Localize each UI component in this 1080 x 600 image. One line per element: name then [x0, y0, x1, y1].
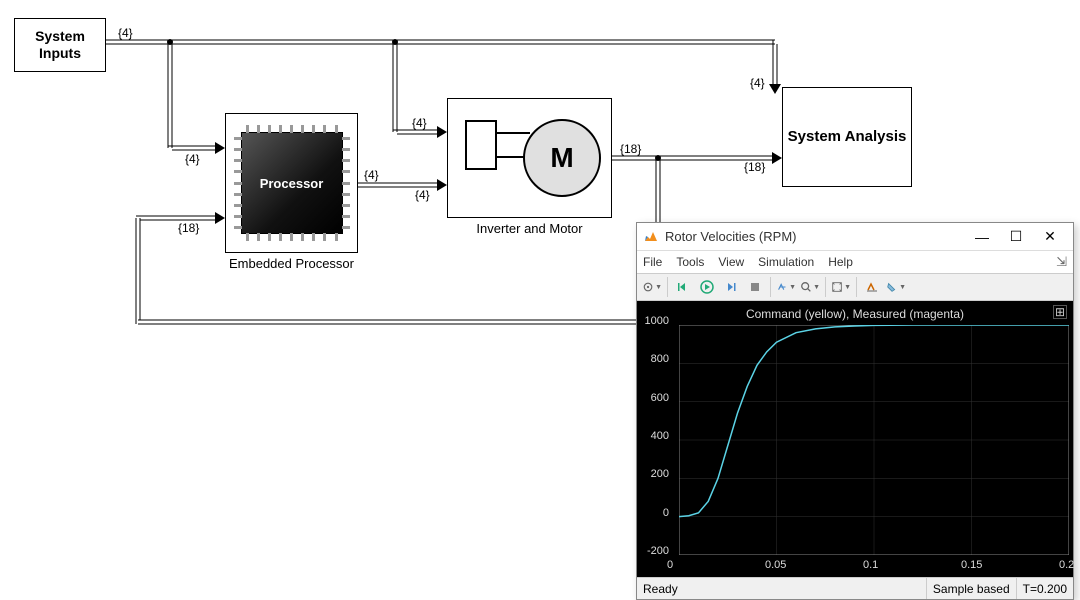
minimize-button[interactable]: —	[965, 225, 999, 249]
embedded-processor-caption: Embedded Processor	[225, 256, 358, 271]
maximize-button[interactable]: ☐	[999, 225, 1033, 249]
maximize-axes-icon[interactable]: ⊞	[1053, 305, 1067, 319]
scope-statusbar: Ready Sample based T=0.200	[637, 577, 1073, 599]
menu-file[interactable]: File	[643, 255, 662, 269]
scope-menubar: File Tools View Simulation Help ⇲	[637, 251, 1073, 273]
scope-titlebar[interactable]: Rotor Velocities (RPM) — ☐ ✕	[637, 223, 1073, 251]
trigger-icon[interactable]: ▼	[775, 276, 797, 298]
signal-dim: {18}	[744, 160, 765, 174]
signal-dim: {18}	[178, 221, 199, 235]
stop-icon[interactable]	[744, 276, 766, 298]
motor-icon: M	[450, 103, 610, 213]
system-analysis-label: System Analysis	[788, 128, 907, 147]
step-back-icon[interactable]	[672, 276, 694, 298]
signal-dim: {4}	[750, 76, 765, 90]
processor-text: Processor	[260, 176, 324, 191]
inverter-motor-caption: Inverter and Motor	[447, 221, 612, 236]
status-time: T=0.200	[1016, 578, 1073, 599]
status-ready: Ready	[637, 582, 926, 596]
highlight-icon[interactable]: ▼	[885, 276, 907, 298]
dock-icon[interactable]: ⇲	[1056, 254, 1067, 270]
system-inputs-block[interactable]: System Inputs	[14, 18, 106, 72]
signal-dim: {4}	[118, 26, 133, 40]
run-icon[interactable]	[696, 276, 718, 298]
svg-text:M: M	[550, 142, 573, 173]
processor-chip-icon: Processor	[241, 132, 343, 234]
close-button[interactable]: ✕	[1033, 225, 1067, 249]
signal-dim: {4}	[185, 152, 200, 166]
embedded-processor-block[interactable]: Processor	[225, 113, 358, 253]
scope-window[interactable]: Rotor Velocities (RPM) — ☐ ✕ File Tools …	[636, 222, 1074, 600]
signal-dim: {4}	[364, 168, 379, 182]
settings-icon[interactable]: ▼	[641, 276, 663, 298]
cursor-icon[interactable]	[861, 276, 883, 298]
matlab-icon	[643, 229, 659, 245]
menu-help[interactable]: Help	[828, 255, 853, 269]
autoscale-icon[interactable]: ▼	[830, 276, 852, 298]
scope-title: Rotor Velocities (RPM)	[665, 229, 965, 244]
inverter-motor-block[interactable]: M	[447, 98, 612, 218]
signal-dim: {4}	[415, 188, 430, 202]
scope-toolbar: ▼ ▼ ▼ ▼ ▼	[637, 273, 1073, 301]
menu-tools[interactable]: Tools	[676, 255, 704, 269]
signal-dim: {4}	[412, 116, 427, 130]
step-forward-icon[interactable]	[720, 276, 742, 298]
status-mode: Sample based	[926, 578, 1016, 599]
scope-plot-area: ⊞ Command (yellow), Measured (magenta) -…	[637, 301, 1073, 577]
scope-chart	[679, 325, 1069, 555]
plot-title: Command (yellow), Measured (magenta)	[641, 305, 1069, 325]
system-analysis-block[interactable]: System Analysis	[782, 87, 912, 187]
system-inputs-label: System Inputs	[15, 28, 105, 62]
signal-dim: {18}	[620, 142, 641, 156]
zoom-icon[interactable]: ▼	[799, 276, 821, 298]
menu-view[interactable]: View	[718, 255, 744, 269]
menu-simulation[interactable]: Simulation	[758, 255, 814, 269]
